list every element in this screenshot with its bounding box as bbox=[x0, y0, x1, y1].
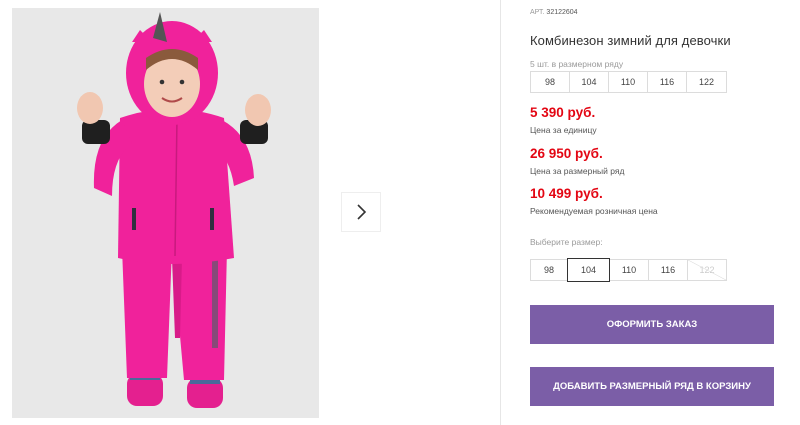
size-option[interactable]: 116 bbox=[648, 259, 688, 281]
retail-price-note: Рекомендуемая розничная цена bbox=[530, 206, 658, 216]
article-value: 32122604 bbox=[546, 9, 578, 16]
place-order-button[interactable]: ОФОРМИТЬ ЗАКАЗ bbox=[530, 305, 774, 344]
size-row-item: 122 bbox=[686, 71, 727, 93]
size-row-list: 98 104 110 116 122 bbox=[530, 71, 727, 93]
size-option[interactable]: 98 bbox=[530, 259, 568, 281]
size-select-label: Выберите размер: bbox=[530, 237, 603, 247]
size-select-list: 98 104 110 116 122 bbox=[530, 258, 727, 282]
size-row-item: 98 bbox=[530, 71, 570, 93]
product-info-panel: АРТ. 32122604 Комбинезон зимний для дево… bbox=[530, 0, 780, 425]
size-option[interactable]: 110 bbox=[609, 259, 649, 281]
child-in-pink-unicorn-jumpsuit-image bbox=[12, 8, 319, 418]
product-gallery bbox=[0, 0, 500, 425]
unit-price: 5 390 руб. bbox=[530, 105, 596, 120]
gallery-next-button[interactable] bbox=[342, 193, 380, 231]
size-option-disabled: 122 bbox=[687, 259, 727, 281]
size-row-item: 116 bbox=[647, 71, 687, 93]
size-row-item: 104 bbox=[569, 71, 609, 93]
product-photo[interactable] bbox=[12, 8, 319, 418]
size-row-label: 5 шт. в размерном ряду bbox=[530, 59, 624, 69]
panel-divider bbox=[500, 0, 501, 425]
article-label: АРТ. bbox=[530, 9, 545, 16]
product-title: Комбинезон зимний для девочки bbox=[530, 33, 731, 48]
unit-price-note: Цена за единицу bbox=[530, 125, 597, 135]
add-size-row-to-cart-button[interactable]: ДОБАВИТЬ РАЗМЕРНЫЙ РЯД В КОРЗИНУ bbox=[530, 367, 774, 406]
row-price-note: Цена за размерный ряд bbox=[530, 166, 625, 176]
size-row-item: 110 bbox=[608, 71, 648, 93]
chevron-right-icon bbox=[357, 204, 367, 220]
size-option-selected[interactable]: 104 bbox=[567, 258, 610, 282]
row-price: 26 950 руб. bbox=[530, 146, 603, 161]
retail-price: 10 499 руб. bbox=[530, 186, 603, 201]
article-number: АРТ. 32122604 bbox=[530, 9, 578, 16]
